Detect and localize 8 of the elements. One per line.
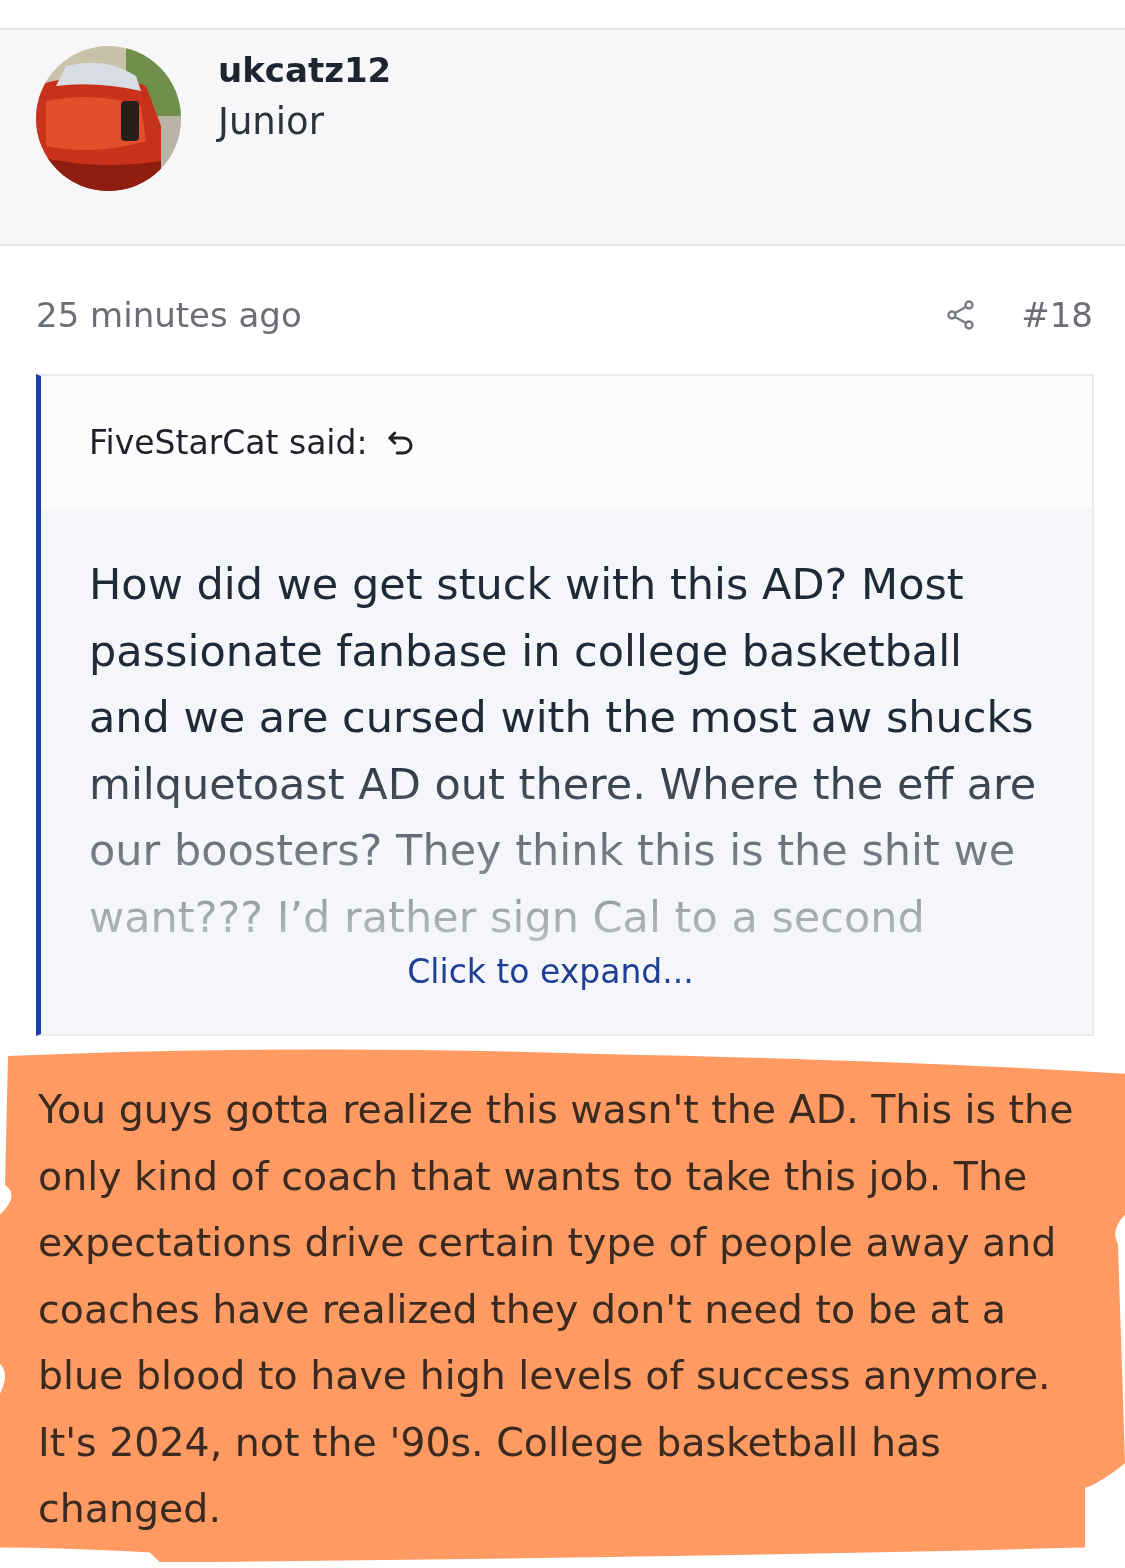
post-time[interactable]: 25 minutes ago [36, 295, 946, 335]
user-rank: Junior [218, 100, 325, 143]
highlighted-post-text: You guys gotta realize this wasn't the AD. This is the only kind of coach that wants to take this job. The expectations drive certain type of people away and coaches have realized they don't need to be at a blue blood to have high levels of success anymore. It's 2024, not the '90s. College basketball has changed. [0, 1046, 1125, 1562]
quote-text: How did we get stuck with this AD? Most passionate fanbase in college basketball and we are cursed with the most aw shucks milquetoast AD out there. Where the eff are our boosters? They think this is the shit we want??? I’d rather sign Cal to a second [89, 558, 1038, 944]
username[interactable]: ukcatz12 [218, 50, 392, 90]
quote-attribution[interactable]: FiveStarCat said: [89, 423, 368, 462]
expand-link[interactable]: Click to expand... [407, 952, 694, 991]
post-number[interactable]: #18 [1021, 295, 1093, 335]
